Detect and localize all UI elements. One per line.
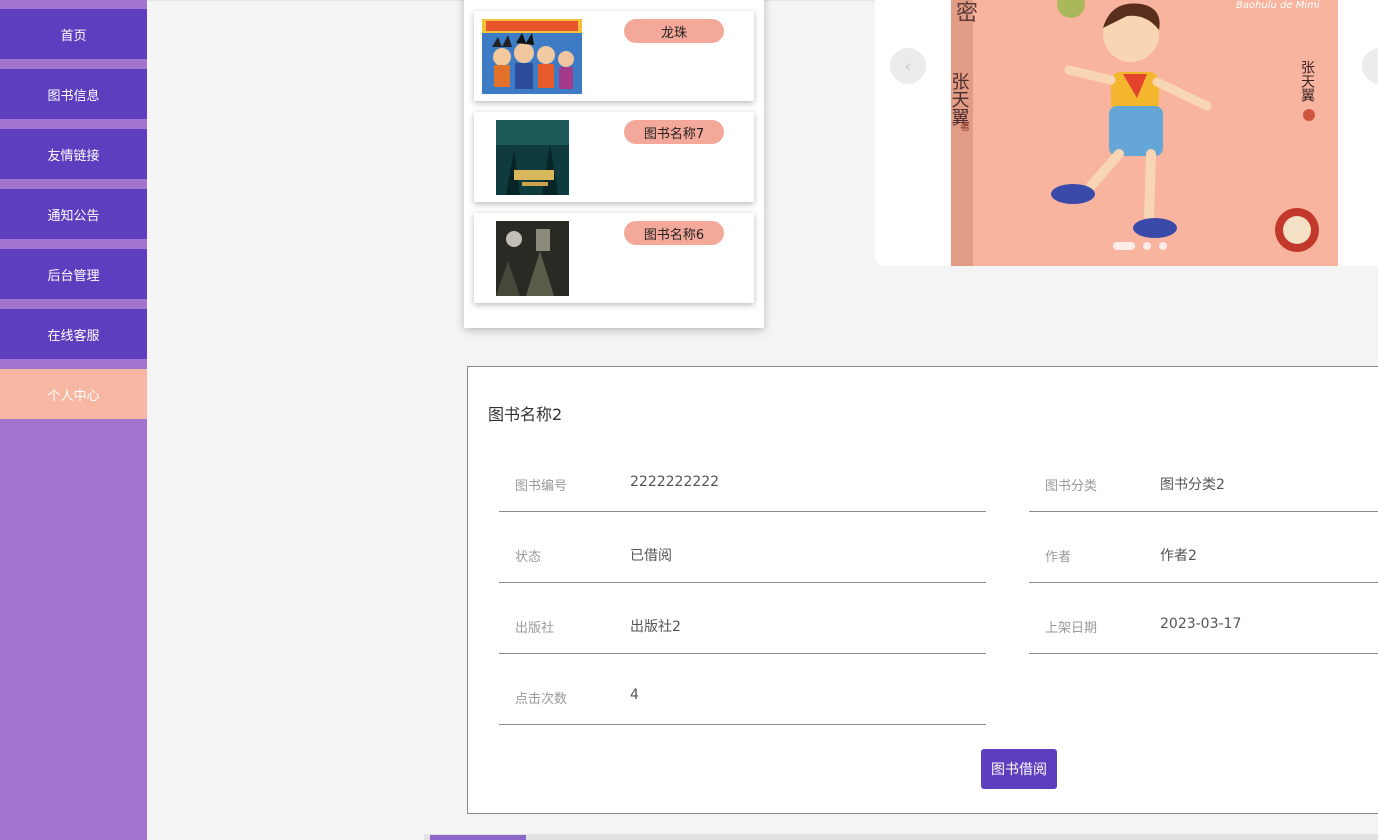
- field-label: 出版社: [515, 621, 555, 636]
- field-book-category: 图书分类 图书分类2: [1029, 441, 1378, 512]
- field-publisher: 出版社 出版社2: [499, 583, 986, 654]
- book-cover-image[interactable]: [496, 120, 569, 195]
- carousel-indicator[interactable]: [1159, 242, 1167, 250]
- cover-author-mark: 著: [960, 120, 970, 133]
- field-label: 作者: [1045, 550, 1072, 565]
- horizontal-scrollbar[interactable]: [424, 834, 1378, 840]
- book-title-tag[interactable]: 图书名称7: [624, 120, 724, 144]
- nav-notices[interactable]: 通知公告: [0, 189, 147, 239]
- field-value: 已借阅: [630, 548, 672, 564]
- book-cover-image[interactable]: [482, 19, 582, 94]
- book-card[interactable]: 图书名称7: [474, 112, 754, 202]
- book-cover-image[interactable]: [496, 221, 569, 296]
- nav-friend-links[interactable]: 友情链接: [0, 129, 147, 179]
- nav-personal-center[interactable]: 个人中心: [0, 369, 147, 419]
- carousel-prev-button[interactable]: ‹: [890, 48, 926, 84]
- field-value: 出版社2: [630, 619, 681, 635]
- banner-carousel[interactable]: 密 张天翼 著 Baohulu de Mimi 张天翼 ‹: [875, 0, 1378, 266]
- cover-subtitle: Baohulu de Mimi: [1236, 0, 1320, 11]
- nav-book-info[interactable]: 图书信息: [0, 69, 147, 119]
- book-title-tag[interactable]: 龙珠: [624, 19, 724, 43]
- book-card[interactable]: 龙珠: [474, 11, 754, 101]
- carousel-indicator[interactable]: [1143, 242, 1151, 250]
- field-book-number: 图书编号 2222222222: [499, 441, 986, 512]
- book-detail-panel: 图书名称2 图书编号 2222222222 图书分类 图书分类2 状态 已借阅 …: [467, 366, 1378, 814]
- field-click-count: 点击次数 4: [499, 654, 986, 725]
- borrow-book-button[interactable]: 图书借阅: [981, 749, 1057, 789]
- carousel-slide-image[interactable]: 密 张天翼 著 Baohulu de Mimi 张天翼: [949, 0, 1338, 266]
- cover-author-vertical: 张天翼: [951, 72, 970, 126]
- carousel-indicator-active[interactable]: [1113, 242, 1135, 250]
- field-label: 图书分类: [1045, 479, 1098, 494]
- book-title-tag[interactable]: 图书名称6: [624, 221, 724, 245]
- field-value: 2222222222: [630, 474, 720, 490]
- chevron-left-icon: ‹: [904, 55, 912, 77]
- book-card[interactable]: 图书名称6: [474, 213, 754, 303]
- scrollbar-thumb[interactable]: [430, 835, 526, 840]
- field-shelf-date: 上架日期 2023-03-17: [1029, 583, 1378, 654]
- field-status: 状态 已借阅: [499, 512, 986, 583]
- field-label: 状态: [515, 550, 542, 565]
- field-label: 图书编号: [515, 479, 568, 494]
- field-value: 4: [630, 687, 639, 703]
- book-detail-title: 图书名称2: [488, 405, 563, 424]
- nav-home[interactable]: 首页: [0, 9, 147, 59]
- field-value: 图书分类2: [1160, 477, 1225, 493]
- cover-title-char: 密: [956, 1, 978, 26]
- field-label: 上架日期: [1045, 621, 1098, 636]
- nav-online-service[interactable]: 在线客服: [0, 309, 147, 359]
- sidebar: 首页 图书信息 友情链接 通知公告 后台管理 在线客服 个人中心: [0, 0, 147, 840]
- cover-author-right: 张天翼: [1299, 60, 1315, 102]
- field-value: 作者2: [1160, 548, 1197, 564]
- field-author: 作者 作者2: [1029, 512, 1378, 583]
- carousel-next-button[interactable]: ›: [1362, 48, 1378, 84]
- field-label: 点击次数: [515, 692, 568, 707]
- nav-admin[interactable]: 后台管理: [0, 249, 147, 299]
- field-value: 2023-03-17: [1160, 616, 1242, 632]
